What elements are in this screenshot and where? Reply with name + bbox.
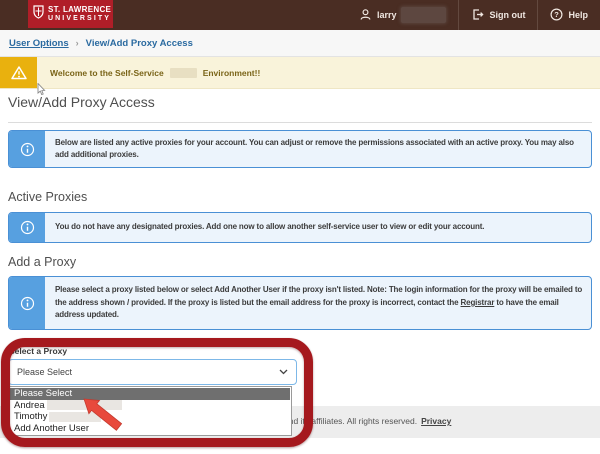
intro-info-text: Below are listed any active proxies for … xyxy=(45,131,591,167)
username-label: larry xyxy=(377,10,397,20)
environment-banner: Welcome to the Self-Service Environment!… xyxy=(0,57,600,89)
sign-out-icon xyxy=(471,8,484,23)
active-proxies-info-text: You do not have any designated proxies. … xyxy=(45,213,591,242)
sign-out-button[interactable]: Sign out xyxy=(458,0,537,30)
redacted-name xyxy=(49,412,101,422)
add-proxy-info-box: Please select a proxy listed below or se… xyxy=(8,276,592,330)
footer-text: and its affiliates. All rights reserved.… xyxy=(284,416,451,426)
intro-info-box: Below are listed any active proxies for … xyxy=(8,130,592,168)
active-proxies-info-box: You do not have any designated proxies. … xyxy=(8,212,592,243)
active-proxies-heading: Active Proxies xyxy=(8,190,87,204)
redacted-environment-name xyxy=(170,68,197,78)
proxy-dropdown-list: Please Select Andrea Timothy Add Another… xyxy=(8,386,292,436)
dropdown-option-andrea[interactable]: Andrea xyxy=(10,400,290,412)
warning-icon xyxy=(0,57,37,88)
person-icon xyxy=(359,8,372,23)
title-divider xyxy=(8,122,592,123)
dropdown-option-add-another-user[interactable]: Add Another User xyxy=(10,423,290,435)
user-menu[interactable]: larry xyxy=(347,0,459,30)
breadcrumb-current[interactable]: View/Add Proxy Access xyxy=(86,38,193,49)
chevron-down-icon xyxy=(279,367,288,377)
top-nav-bar: ST. LAWRENCE UNIVERSITY larry Sign out xyxy=(0,0,600,30)
privacy-link[interactable]: Privacy xyxy=(421,416,451,426)
help-label: Help xyxy=(568,10,588,20)
breadcrumb-user-options[interactable]: User Options xyxy=(9,38,69,49)
dropdown-option-timothy[interactable]: Timothy xyxy=(10,411,290,423)
add-proxy-heading: Add a Proxy xyxy=(8,255,76,269)
help-icon: ? xyxy=(550,8,563,23)
info-icon xyxy=(9,213,45,242)
dropdown-option-please-select[interactable]: Please Select xyxy=(10,388,290,400)
add-proxy-info-text: Please select a proxy listed below or se… xyxy=(45,277,591,329)
university-logo[interactable]: ST. LAWRENCE UNIVERSITY xyxy=(28,0,113,28)
header-actions: larry Sign out ? Help xyxy=(347,0,600,30)
logo-text: ST. LAWRENCE UNIVERSITY xyxy=(48,5,111,23)
breadcrumb-separator: › xyxy=(76,38,79,48)
info-icon xyxy=(9,277,45,329)
shield-icon xyxy=(33,5,44,24)
proxy-select[interactable]: Please Select xyxy=(8,359,297,385)
info-icon xyxy=(9,131,45,167)
page: ST. LAWRENCE UNIVERSITY larry Sign out xyxy=(0,0,600,454)
select-proxy-label: Select a Proxy xyxy=(9,346,67,356)
sign-out-label: Sign out xyxy=(489,10,525,20)
banner-message: Welcome to the Self-Service Environment!… xyxy=(37,57,260,88)
proxy-select-value: Please Select xyxy=(17,367,72,377)
help-button[interactable]: ? Help xyxy=(537,0,600,30)
svg-text:?: ? xyxy=(555,10,560,19)
breadcrumb: User Options › View/Add Proxy Access xyxy=(0,30,600,57)
registrar-link[interactable]: Registrar xyxy=(461,298,495,307)
redacted-name xyxy=(47,400,122,410)
redacted-surname xyxy=(401,7,446,23)
page-title: View/Add Proxy Access xyxy=(8,94,155,110)
